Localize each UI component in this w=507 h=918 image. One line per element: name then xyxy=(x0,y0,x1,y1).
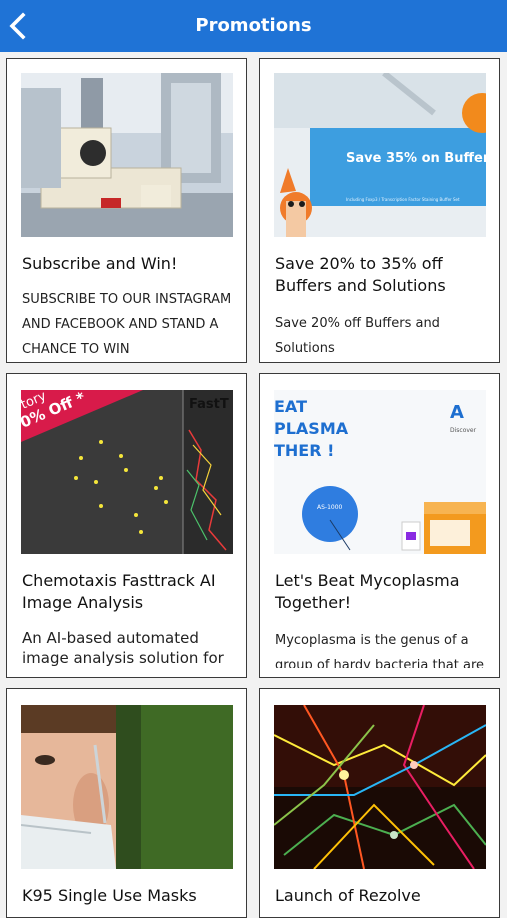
headline-line-2: PLASMA xyxy=(274,419,349,438)
promo-card-rezolve[interactable]: Launch of Rezolve xyxy=(259,688,500,918)
banner-fine-print: Including Foxp3 / Transcription Factor S… xyxy=(346,197,460,202)
promo-card-buffers[interactable]: Save 35% on Buffers & Solutions Includin… xyxy=(259,58,500,363)
promo-image-rezolve xyxy=(274,705,486,869)
promo-image-microscope xyxy=(21,73,233,237)
promo-description: An AI-based automated image analysis sol… xyxy=(22,629,224,667)
top-bar: Promotions xyxy=(0,0,507,52)
promo-title: Let's Beat Mycoplasma Together! xyxy=(275,571,460,612)
promo-description: Mycoplasma is the genus of a group of ha… xyxy=(275,633,485,668)
product-badge: AS-1000 xyxy=(317,504,343,511)
promo-title: K95 Single Use Masks xyxy=(22,886,197,905)
promo-image-buffers: Save 35% on Buffers & Solutions Includin… xyxy=(274,73,486,237)
promo-card-masks[interactable]: K95 Single Use Masks xyxy=(6,688,247,918)
promo-image-mycoplasma: EAT PLASMA THER ! A Discover AS-1000 xyxy=(274,390,486,554)
promo-title: Launch of Rezolve xyxy=(275,886,421,905)
promo-title: Chemotaxis Fasttrack AI Image Analysis xyxy=(22,571,216,612)
brand-logo-sub: Discover xyxy=(450,427,477,434)
page-title: Promotions xyxy=(195,15,312,36)
headline-line-1: EAT xyxy=(274,397,307,416)
banner-line-1: Save 35% on Buffers & Solutions xyxy=(346,151,486,166)
promo-title: Subscribe and Win! xyxy=(22,254,178,273)
promo-card-mycoplasma[interactable]: EAT PLASMA THER ! A Discover AS-1000 Let… xyxy=(259,373,500,678)
promo-card-subscribe[interactable]: Subscribe and Win! SUBSCRIBE TO OUR INST… xyxy=(6,58,247,363)
promo-title: Save 20% to 35% off Buffers and Solution… xyxy=(275,254,446,295)
promo-image-chemotaxis: tory 0% Off * FastT xyxy=(21,390,233,554)
promo-card-chemotaxis[interactable]: tory 0% Off * FastT Chemotaxis Fasttrack… xyxy=(6,373,247,678)
headline-line-3: THER ! xyxy=(274,441,334,460)
brand-logo-icon: A xyxy=(450,402,464,423)
promo-image-masks xyxy=(21,705,233,869)
promo-description: SUBSCRIBE TO OUR INSTAGRAM AND FACEBOOK … xyxy=(22,292,232,353)
corner-label: FastT xyxy=(189,397,229,412)
promo-description: Save 20% off Buffers and Solutions xyxy=(275,316,440,353)
